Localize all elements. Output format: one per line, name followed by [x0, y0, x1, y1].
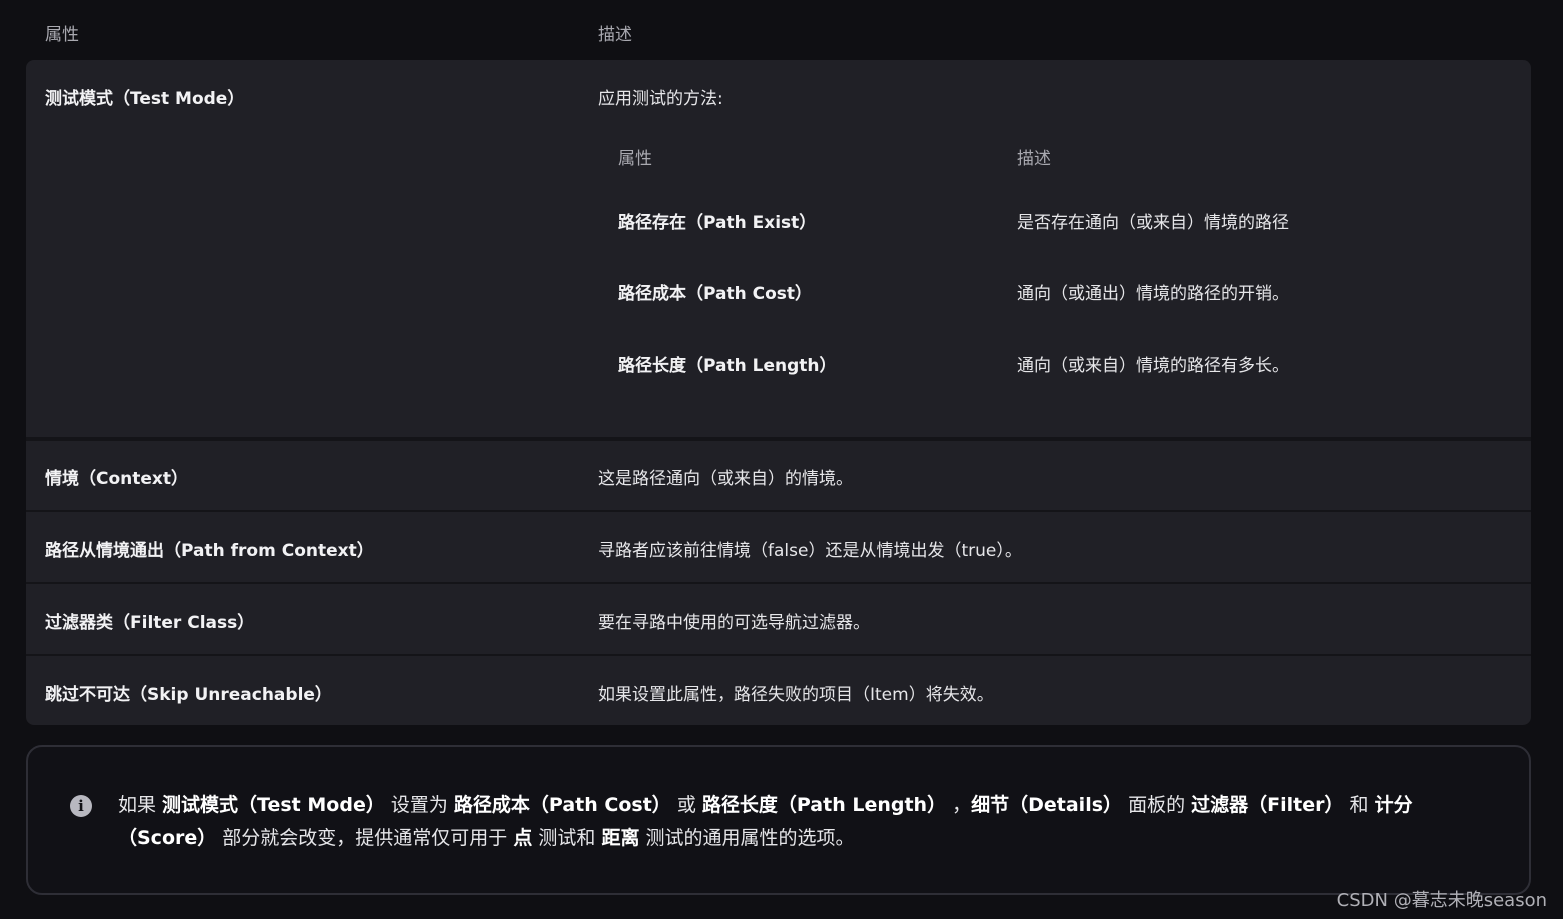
note-text: 测试的通用属性的选项。 [639, 827, 855, 849]
nested-property-name: 路径存在（Path Exist） [618, 213, 817, 233]
property-name: 路径从情境通出（Path from Context） [45, 541, 374, 561]
note-text: 部分就会改变，提供通常仅可用于 [216, 827, 514, 849]
nested-property-description: 通向（或来自）情境的路径有多长。 [1017, 356, 1289, 376]
table-row: 路径从情境通出（Path from Context） 寻路者应该前往情境（fal… [26, 512, 1531, 582]
note-bold: 过滤器（Filter） [1191, 794, 1344, 816]
properties-table: 测试模式（Test Mode） 应用测试的方法: 属性 描述 路径存在（Path… [26, 60, 1531, 725]
note-bold: 测试模式（Test Mode） [162, 794, 385, 816]
note-bold: 路径长度（Path Length） [701, 794, 947, 816]
info-callout-text: 如果 测试模式（Test Mode） 设置为 路径成本（Path Cost） 或… [118, 789, 1438, 855]
nested-header-property: 属性 [618, 149, 652, 169]
table-row: 测试模式（Test Mode） 应用测试的方法: 属性 描述 路径存在（Path… [26, 60, 1531, 438]
property-description: 如果设置此属性，路径失败的项目（Item）将失效。 [598, 685, 994, 705]
note-bold: 细节（Details） [971, 794, 1123, 816]
property-name: 跳过不可达（Skip Unreachable） [45, 685, 332, 705]
note-text: 或 [670, 794, 702, 816]
header-property: 属性 [45, 25, 79, 45]
table-header: 属性 描述 [26, 0, 1531, 60]
property-name: 测试模式（Test Mode） [45, 89, 245, 109]
watermark: CSDN @暮志未晚season [1336, 890, 1547, 911]
property-name: 情境（Context） [45, 469, 189, 489]
nested-property-name: 路径成本（Path Cost） [618, 284, 813, 304]
note-bold: 距离 [601, 827, 640, 849]
property-description: 这是路径通向（或来自）的情境。 [598, 469, 853, 489]
table-row: 情境（Context） 这是路径通向（或来自）的情境。 [26, 440, 1531, 510]
table-row: 跳过不可达（Skip Unreachable） 如果设置此属性，路径失败的项目（… [26, 656, 1531, 725]
property-name: 过滤器类（Filter Class） [45, 613, 255, 633]
property-description: 应用测试的方法: [598, 89, 723, 109]
header-description: 描述 [598, 25, 632, 45]
property-description: 寻路者应该前往情境（false）还是从情境出发（true）。 [598, 541, 1022, 561]
note-text: 如果 [118, 794, 163, 816]
nested-table: 属性 描述 路径存在（Path Exist） 是否存在通向（或来自）情境的路径 … [598, 144, 1498, 404]
nested-property-description: 通向（或通出）情境的路径的开销。 [1017, 284, 1289, 304]
nested-property-name: 路径长度（Path Length） [618, 356, 837, 376]
nested-header-description: 描述 [1017, 149, 1051, 169]
note-text: 和 [1343, 794, 1375, 816]
note-text: 测试和 [532, 827, 602, 849]
page: 属性 描述 测试模式（Test Mode） 应用测试的方法: 属性 描述 路径存… [0, 0, 1563, 919]
info-icon: i [70, 795, 92, 817]
table-row: 过滤器类（Filter Class） 要在寻路中使用的可选导航过滤器。 [26, 584, 1531, 654]
info-callout: i 如果 测试模式（Test Mode） 设置为 路径成本（Path Cost）… [26, 745, 1531, 895]
note-bold: 路径成本（Path Cost） [453, 794, 671, 816]
note-bold: 点 [513, 827, 533, 849]
note-text: 设置为 [384, 794, 454, 816]
note-text: ， [946, 794, 972, 816]
note-text: 面板的 [1122, 794, 1192, 816]
nested-property-description: 是否存在通向（或来自）情境的路径 [1017, 213, 1289, 233]
property-description: 要在寻路中使用的可选导航过滤器。 [598, 613, 870, 633]
